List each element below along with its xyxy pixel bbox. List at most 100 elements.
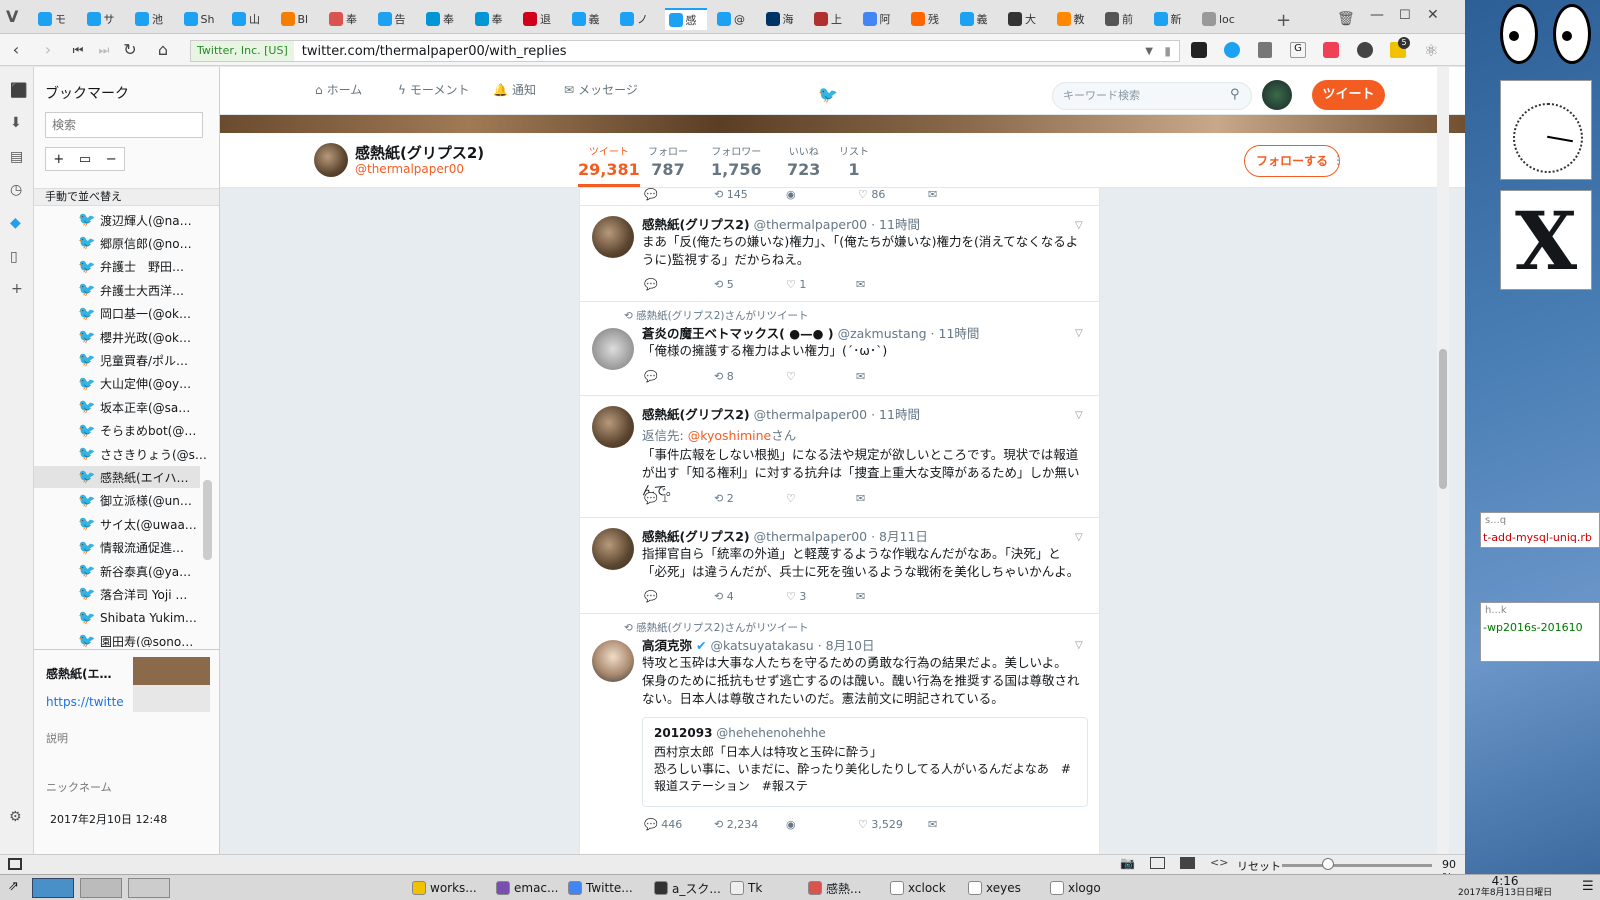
dm-icon[interactable]: ✉ xyxy=(928,188,937,201)
taskbar-item[interactable]: Tk xyxy=(730,879,762,897)
start-menu-icon[interactable]: ⇗ xyxy=(8,879,19,894)
emacs-window-1[interactable]: s...q t-add-mysql-uniq.rb xyxy=(1480,512,1600,548)
browser-tab[interactable]: 教 xyxy=(1053,8,1095,30)
bookmark-item[interactable]: 🐦 弁護士大西洋… xyxy=(78,279,208,301)
browser-tab[interactable]: Sh xyxy=(180,8,222,30)
bookmark-item[interactable]: 🐦 Shibata Yukim… xyxy=(78,607,208,629)
xclock-window[interactable] xyxy=(1500,80,1592,180)
twitter-extension-icon[interactable] xyxy=(1224,42,1240,58)
bookmark-item[interactable]: 🐦 渡辺輝人(@na… xyxy=(78,209,208,231)
bookmark-scrollbar[interactable] xyxy=(203,480,212,560)
tweet-avatar[interactable] xyxy=(592,216,634,258)
url-text[interactable]: twitter.com/thermalpaper00/with_replies xyxy=(302,44,567,59)
profile-name[interactable]: 感熱紙(グリプス2) xyxy=(355,142,484,163)
taskbar-item[interactable]: xlogo xyxy=(1050,879,1101,897)
profile-stat[interactable]: ツイート 29,381 xyxy=(578,143,640,179)
like-icon[interactable]: ♡ xyxy=(786,370,856,383)
profile-stat[interactable]: フォロワー 1,756 xyxy=(711,143,762,179)
reply-count[interactable]: 💬 1 xyxy=(644,492,714,505)
profile-avatar[interactable] xyxy=(314,143,348,177)
certificate-badge[interactable]: Twitter, Inc. [US] xyxy=(191,41,294,61)
browser-tab[interactable]: 上 xyxy=(810,8,852,30)
workspace-3[interactable] xyxy=(128,878,170,898)
url-field[interactable]: Twitter, Inc. [US] twitter.com/thermalpa… xyxy=(190,40,1180,62)
chevron-down-icon[interactable]: ▽ xyxy=(1075,410,1083,421)
chevron-down-icon[interactable]: ▽ xyxy=(1075,640,1083,651)
rewind-icon[interactable]: ⏮ xyxy=(68,40,88,60)
profile-stat[interactable]: フォロー 787 xyxy=(648,143,688,179)
reply-icon[interactable]: 💬 xyxy=(644,590,714,603)
reply-icon[interactable]: 💬 xyxy=(644,188,714,201)
reload-icon[interactable]: ↻ xyxy=(120,40,140,60)
home-icon[interactable]: ⌂ xyxy=(153,40,173,60)
browser-tab[interactable]: 奉 xyxy=(422,8,464,30)
minimize-button[interactable]: — xyxy=(1370,7,1384,23)
bookmark-item[interactable]: 🐦 御立派様(@un… xyxy=(78,490,208,512)
browser-tab[interactable]: 義 xyxy=(956,8,998,30)
tweet-handle[interactable]: @katsuyatakasu xyxy=(710,638,813,653)
browser-tab[interactable]: ノ xyxy=(616,8,658,30)
clock[interactable]: 4:16 2017年8月13日日曜日 xyxy=(1458,875,1552,899)
bookmark-item[interactable]: 🐦 弁護士 野田… xyxy=(78,256,208,278)
browser-tab[interactable]: 告 xyxy=(374,8,416,30)
back-icon[interactable]: ‹ xyxy=(6,40,26,60)
sort-label[interactable]: 手動で並べ替え xyxy=(34,188,219,206)
browser-tab[interactable]: 奉 xyxy=(325,8,367,30)
retweet-count[interactable]: ⟲ 2 xyxy=(714,492,786,505)
like-count[interactable]: ♡ 1 xyxy=(786,278,856,291)
dm-icon[interactable]: ✉ xyxy=(856,590,865,603)
tweet-name[interactable]: 感熱紙(グリプス2) xyxy=(642,529,750,544)
browser-tab[interactable]: 前 xyxy=(1101,8,1143,30)
bookmark-item[interactable]: 🐦 サイ太(@uwaa… xyxy=(78,513,208,535)
emacs-window-2[interactable]: h...k -wp2016s-201610 xyxy=(1480,602,1600,662)
stamp-extension-icon[interactable] xyxy=(1258,42,1272,58)
chevron-down-icon[interactable]: ▼ xyxy=(1145,46,1153,57)
code-icon[interactable]: <> xyxy=(1210,856,1228,869)
browser-tab[interactable]: 残 xyxy=(907,8,949,30)
browser-tab[interactable]: 池 xyxy=(131,8,173,30)
close-button[interactable]: ✕ xyxy=(1427,7,1439,23)
history-icon[interactable]: ◷ xyxy=(10,182,22,198)
retweet-count[interactable]: ⟲ 4 xyxy=(714,590,786,603)
taskbar-item[interactable]: Twitte... xyxy=(568,879,633,897)
browser-tab[interactable]: 退 xyxy=(519,8,561,30)
taskbar-item[interactable]: a_スク... xyxy=(654,879,721,897)
browser-tab[interactable]: Bl xyxy=(277,8,319,30)
xlogo-window[interactable]: X xyxy=(1500,190,1592,290)
browser-tab[interactable]: 義 xyxy=(568,8,610,30)
nav-messages[interactable]: ✉ メッセージ xyxy=(564,81,638,98)
tray-menu-icon[interactable]: ☰ xyxy=(1582,879,1594,894)
zoom-slider-handle[interactable] xyxy=(1322,858,1334,870)
dm-icon[interactable]: ✉ xyxy=(856,370,865,383)
notes-icon[interactable]: ▤ xyxy=(10,149,23,165)
evernote-icon[interactable] xyxy=(1357,42,1373,58)
owl-extension-icon[interactable] xyxy=(1191,42,1207,58)
tweet-handle[interactable]: @thermalpaper00 xyxy=(754,529,868,544)
like-count[interactable]: ♡ 86 xyxy=(858,188,928,201)
twitter-logo-icon[interactable]: 🐦 xyxy=(818,85,838,104)
chevron-down-icon[interactable]: ▽ xyxy=(1075,328,1083,339)
tweet-handle[interactable]: @thermalpaper00 xyxy=(754,407,868,422)
g-extension-icon[interactable]: G xyxy=(1290,42,1306,58)
browser-tab[interactable]: 奉 xyxy=(471,8,513,30)
add-panel-icon[interactable]: + xyxy=(11,281,23,297)
taskbar-item[interactable]: works... xyxy=(412,879,477,897)
retweet-count[interactable]: ⟲ 5 xyxy=(714,278,786,291)
bookmark-icon[interactable]: ▮ xyxy=(1164,44,1171,58)
bookmarks-panel-icon[interactable]: ⬛ xyxy=(10,83,27,99)
add-folder-icon[interactable]: ▭ xyxy=(79,152,91,167)
dm-icon[interactable]: ✉ xyxy=(928,818,937,831)
browser-tab[interactable]: 感 xyxy=(664,8,707,30)
add-bookmark-icon[interactable]: + xyxy=(53,152,64,167)
camera-icon[interactable]: 📷 xyxy=(1120,856,1135,870)
bookmark-item[interactable]: 🐦 大山定伸(@oy… xyxy=(78,373,208,395)
maximize-button[interactable]: ☐ xyxy=(1399,8,1411,23)
bookmark-item[interactable]: 🐦 児童買春/ポル… xyxy=(78,349,208,371)
browser-tab[interactable]: 海 xyxy=(762,8,804,30)
tweet-avatar[interactable] xyxy=(592,406,634,448)
taskbar-item[interactable]: emac... xyxy=(496,879,558,897)
bookmark-item[interactable]: 🐦 坂本正幸(@sa… xyxy=(78,396,208,418)
retweet-count[interactable]: ⟲ 145 xyxy=(714,188,786,201)
chevron-down-icon[interactable]: ▽ xyxy=(1075,220,1083,231)
reply-icon[interactable]: 💬 xyxy=(644,370,714,383)
